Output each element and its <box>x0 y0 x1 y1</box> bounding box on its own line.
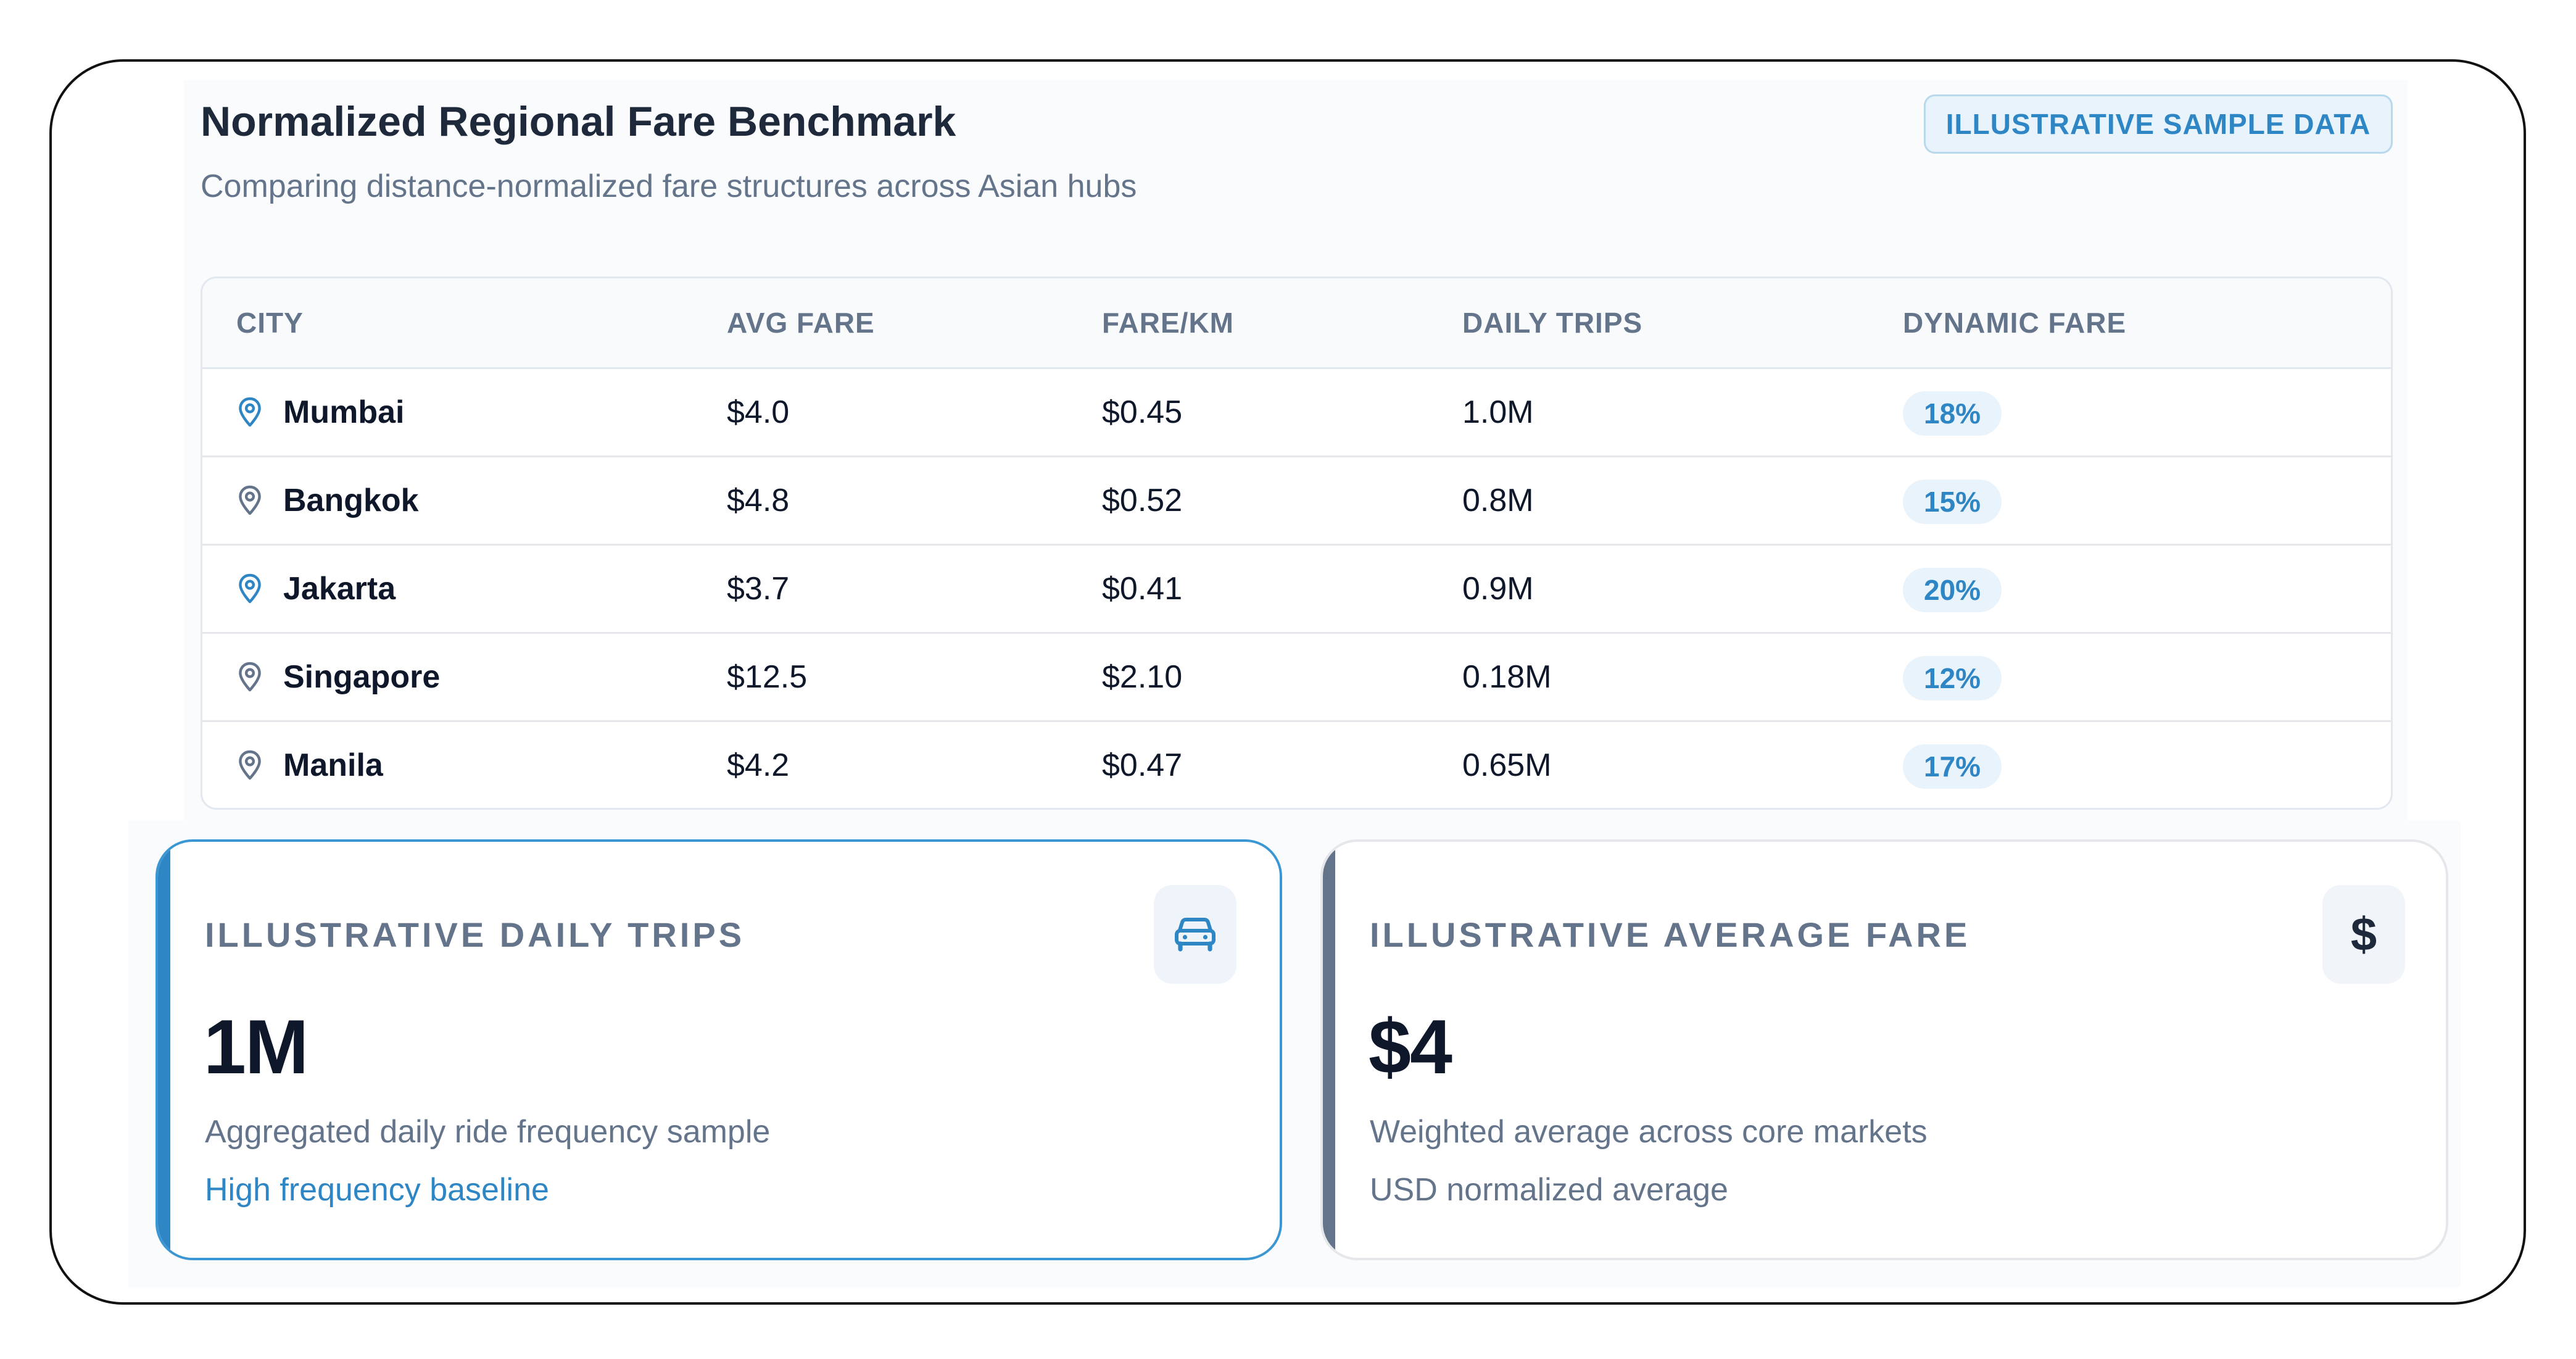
avg-fare-cell: $4.8 <box>727 483 790 518</box>
city-name: Mumbai <box>283 394 405 430</box>
fare-km-cell: $0.41 <box>1102 571 1183 607</box>
table-row[interactable]: Mumbai $4.0 $0.45 1.0M 18% <box>202 369 2391 457</box>
city-name: Bangkok <box>283 483 419 518</box>
map-pin-icon <box>239 485 261 515</box>
car-icon <box>1154 885 1236 984</box>
fare-km-cell: $0.47 <box>1102 747 1183 783</box>
map-pin-icon <box>239 573 261 604</box>
map-pin-icon <box>239 662 261 692</box>
city-name: Singapore <box>283 659 441 695</box>
page-title: Normalized Regional Fare Benchmark <box>201 98 956 145</box>
daily-trips-cell: 0.9M <box>1462 571 1534 607</box>
city-cell: Bangkok <box>236 457 419 544</box>
table-header-row: CITY AVG FARE FARE/KM DAILY TRIPS DYNAMI… <box>202 278 2391 369</box>
card-accent-bar <box>158 842 170 1258</box>
column-header-city[interactable]: CITY <box>236 278 304 367</box>
city-name: Jakarta <box>283 571 396 607</box>
card-label: ILLUSTRATIVE AVERAGE FARE <box>1370 915 1971 954</box>
map-pin-icon <box>239 397 261 427</box>
fare-km-cell: $0.52 <box>1102 483 1183 518</box>
card-accent-bar <box>1323 842 1335 1258</box>
fare-km-cell: $0.45 <box>1102 394 1183 430</box>
fare-table: CITY AVG FARE FARE/KM DAILY TRIPS DYNAMI… <box>201 276 2393 810</box>
card-label: ILLUSTRATIVE DAILY TRIPS <box>205 915 745 954</box>
table-row[interactable]: Bangkok $4.8 $0.52 0.8M 15% <box>202 457 2391 546</box>
column-header-dynamic-fare[interactable]: DYNAMIC FARE <box>1903 278 2126 367</box>
dynamic-fare-badge: 12% <box>1903 656 2002 700</box>
column-header-avg-fare[interactable]: AVG FARE <box>727 278 875 367</box>
daily-trips-cell: 0.8M <box>1462 483 1534 518</box>
city-cell: Mumbai <box>236 369 404 455</box>
dollar-glyph: $ <box>2350 908 2377 961</box>
column-header-daily-trips[interactable]: DAILY TRIPS <box>1462 278 1642 367</box>
avg-fare-cell: $4.2 <box>727 747 790 783</box>
dynamic-fare-badge: 15% <box>1903 480 2002 524</box>
daily-trips-cell: 1.0M <box>1462 394 1534 430</box>
city-cell: Manila <box>236 722 383 808</box>
dollar-icon: $ <box>2322 885 2405 984</box>
sample-data-badge: ILLUSTRATIVE SAMPLE DATA <box>1924 94 2393 154</box>
fare-km-cell: $2.10 <box>1102 659 1183 695</box>
city-cell: Singapore <box>236 634 440 720</box>
avg-fare-cell: $4.0 <box>727 394 790 430</box>
daily-trips-cell: 0.18M <box>1462 659 1552 695</box>
dynamic-fare-badge: 17% <box>1903 744 2002 789</box>
table-row[interactable]: Singapore $12.5 $2.10 0.18M 12% <box>202 634 2391 722</box>
card-description: Aggregated daily ride frequency sample <box>205 1114 771 1150</box>
page-subtitle: Comparing distance-normalized fare struc… <box>201 168 1137 204</box>
daily-trips-cell: 0.65M <box>1462 747 1552 783</box>
avg-fare-cell: $12.5 <box>727 659 808 695</box>
dynamic-fare-badge: 20% <box>1903 568 2002 612</box>
table-row[interactable]: Manila $4.2 $0.47 0.65M 17% <box>202 722 2391 808</box>
table-body: Mumbai $4.0 $0.45 1.0M 18% Bangkok $4.8 $0.52 0.… <box>202 369 2391 808</box>
card-value: 1M <box>204 1005 309 1090</box>
city-cell: Jakarta <box>236 546 396 632</box>
column-header-fare-km[interactable]: FARE/KM <box>1102 278 1234 367</box>
avg-fare-cell: $3.7 <box>727 571 790 607</box>
average-fare-card: ILLUSTRATIVE AVERAGE FARE $4 Weighted av… <box>1320 839 2448 1260</box>
card-description: Weighted average across core markets <box>1370 1114 1928 1150</box>
map-pin-icon <box>239 750 261 780</box>
city-name: Manila <box>283 747 383 783</box>
table-row[interactable]: Jakarta $3.7 $0.41 0.9M 20% <box>202 546 2391 634</box>
card-value: $4 <box>1369 1005 1452 1090</box>
daily-trips-card: ILLUSTRATIVE DAILY TRIPS 1M Aggregated d… <box>155 839 1282 1260</box>
card-note: High frequency baseline <box>205 1172 549 1208</box>
card-note: USD normalized average <box>1370 1172 1728 1208</box>
dynamic-fare-badge: 18% <box>1903 391 2002 436</box>
